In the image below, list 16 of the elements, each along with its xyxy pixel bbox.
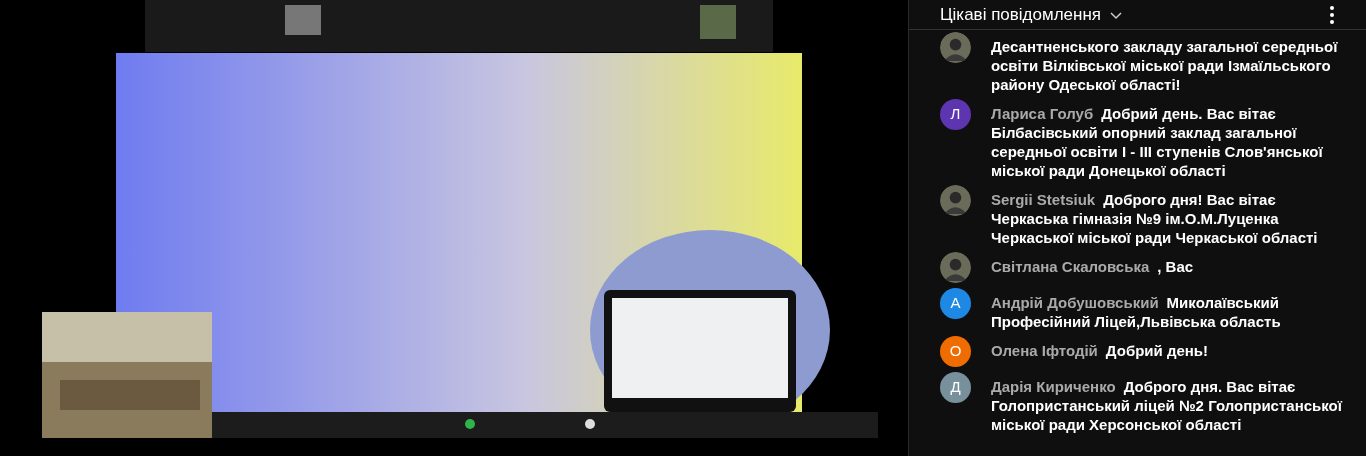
avatar: Л (940, 99, 971, 130)
chat-message: Андрій Добушовський Миколаївський Професійний Ліцей,Львівська область (991, 293, 1282, 331)
more-options-icon[interactable] (1329, 4, 1335, 25)
avatar: Д (940, 372, 971, 403)
chat-message: Лариса Голуб Добрий день. Вас вітає Білбасівський опорний заклад загальної середньої освіти І - ІІІ ступенів Слов'янської міської ради Донецької області (991, 104, 1324, 180)
avatar (940, 252, 971, 283)
avatar (940, 32, 971, 63)
chat-message: Sergii Stetsiuk Доброго дня! Вас вітає Черкаська гімназія №9 ім.О.М.Луценка Черкаської міської ради Черкаської області (991, 190, 1319, 247)
chat-message: Олена Іфтодій Добрий день! (991, 341, 1209, 360)
chat-filter-dropdown[interactable]: Цікаві повідомлення (940, 1, 1124, 28)
chat-message: Світлана Скаловська , Вас (991, 257, 1194, 276)
avatar: А (940, 288, 971, 319)
chat-message: Десантненського закладу загальної середньої освіти Вілківської міської ради Ізмаїльського району Одеської області! (991, 37, 1339, 94)
avatar: О (940, 336, 971, 367)
chat-message: Дарія Кириченко Доброго дня. Вас вітає Голопристанський ліцей №2 Голопристанської міської ради Херсонської області (991, 377, 1344, 434)
avatar (940, 185, 971, 216)
